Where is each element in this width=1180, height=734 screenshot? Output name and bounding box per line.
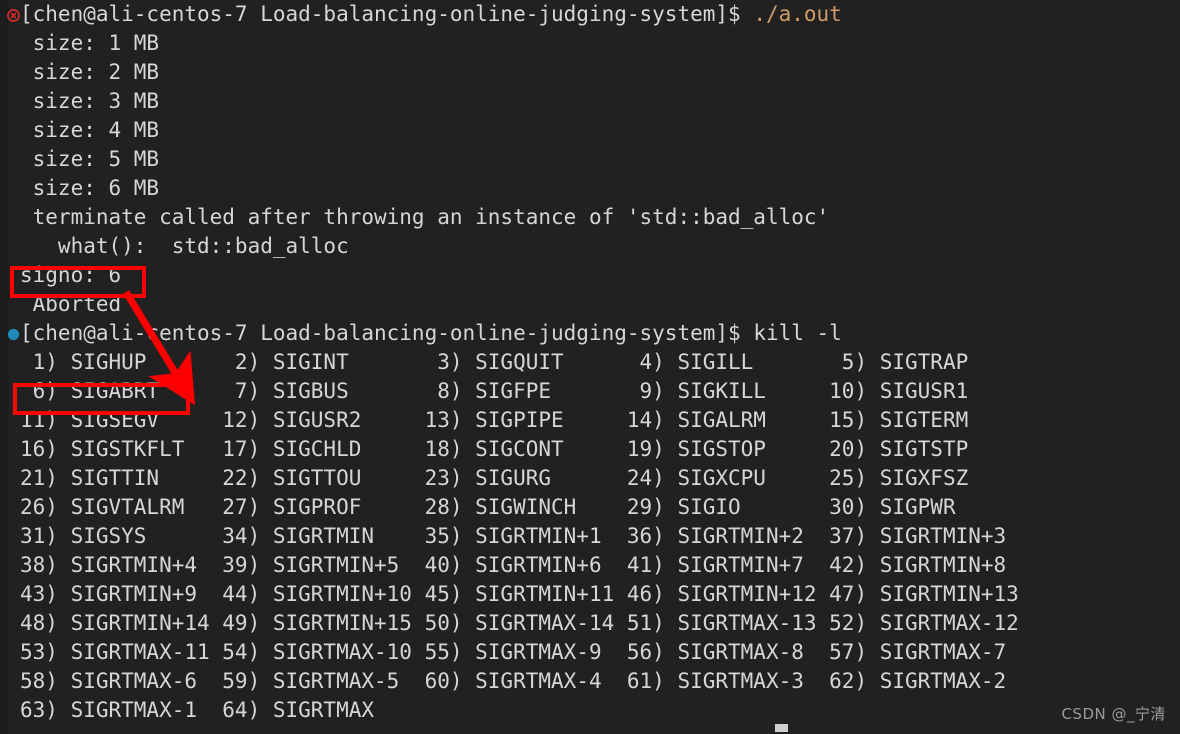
terminal-text: 48) SIGRTMIN+14 49) SIGRTMIN+15 50) SIGR… — [20, 611, 1019, 635]
terminal-line: 58) SIGRTMAX-6 59) SIGRTMAX-5 60) SIGRTM… — [0, 667, 1180, 696]
terminal-text: size: 6 MB — [20, 176, 160, 200]
terminal-text: 11) SIGSEGV 12) SIGUSR2 13) SIGPIPE 14) … — [20, 408, 969, 432]
terminal-line: 26) SIGVTALRM 27) SIGPROF 28) SIGWINCH 2… — [0, 493, 1180, 522]
terminal-text: 63) SIGRTMAX-1 64) SIGRTMAX — [20, 698, 375, 722]
terminal-line: what(): std::bad_alloc — [0, 232, 1180, 261]
terminal-text: 31) SIGSYS 34) SIGRTMIN 35) SIGRTMIN+1 3… — [20, 524, 1007, 548]
terminal-line: [chen@ali-centos-7 Load-balancing-online… — [0, 0, 1180, 29]
terminal-text: 26) SIGVTALRM 27) SIGPROF 28) SIGWINCH 2… — [20, 495, 956, 519]
terminal-line: signo: 6 — [0, 261, 1180, 290]
terminal-line: size: 3 MB — [0, 87, 1180, 116]
terminal-line: 43) SIGRTMIN+9 44) SIGRTMIN+10 45) SIGRT… — [0, 580, 1180, 609]
terminal-text: 58) SIGRTMAX-6 59) SIGRTMAX-5 60) SIGRTM… — [20, 669, 1007, 693]
terminal-text: size: 5 MB — [20, 147, 160, 171]
terminal-text: 38) SIGRTMIN+4 39) SIGRTMIN+5 40) SIGRTM… — [20, 553, 1007, 577]
terminal-line: 31) SIGSYS 34) SIGRTMIN 35) SIGRTMIN+1 3… — [0, 522, 1180, 551]
terminal-line: size: 4 MB — [0, 116, 1180, 145]
status-dot-icon — [7, 328, 20, 341]
terminal-text: Aborted — [20, 292, 122, 316]
terminal-text: 21) SIGTTIN 22) SIGTTOU 23) SIGURG 24) S… — [20, 466, 969, 490]
terminal-text: size: 3 MB — [20, 89, 160, 113]
terminal-text: kill -l — [753, 321, 842, 345]
terminal-text: 6) SIGABRT 7) SIGBUS 8) SIGFPE 9) SIGKIL… — [20, 379, 969, 403]
terminal-text: 53) SIGRTMAX-11 54) SIGRTMAX-10 55) SIGR… — [20, 640, 1007, 664]
terminal-line: size: 5 MB — [0, 145, 1180, 174]
watermark: CSDN @_宁清 — [1061, 705, 1166, 723]
terminal-text: size: 4 MB — [20, 118, 160, 142]
error-circle-x-icon — [7, 9, 20, 22]
terminal-line: 63) SIGRTMAX-1 64) SIGRTMAX — [0, 696, 1180, 725]
terminal-line: Aborted — [0, 290, 1180, 319]
terminal-window[interactable]: [chen@ali-centos-7 Load-balancing-online… — [0, 0, 1180, 734]
terminal-line: 21) SIGTTIN 22) SIGTTOU 23) SIGURG 24) S… — [0, 464, 1180, 493]
terminal-text: 1) SIGHUP 2) SIGINT 3) SIGQUIT 4) SIGILL… — [20, 350, 969, 374]
terminal-text: terminate called after throwing an insta… — [20, 205, 830, 229]
terminal-line: size: 2 MB — [0, 58, 1180, 87]
terminal-text: [chen@ali-centos-7 Load-balancing-online… — [20, 321, 754, 345]
terminal-text: 16) SIGSTKFLT 17) SIGCHLD 18) SIGCONT 19… — [20, 437, 969, 461]
terminal-text: [chen@ali-centos-7 Load-balancing-online… — [20, 2, 754, 26]
terminal-line: terminate called after throwing an insta… — [0, 203, 1180, 232]
terminal-line: 38) SIGRTMIN+4 39) SIGRTMIN+5 40) SIGRTM… — [0, 551, 1180, 580]
terminal-line: 1) SIGHUP 2) SIGINT 3) SIGQUIT 4) SIGILL… — [0, 348, 1180, 377]
terminal-line: 6) SIGABRT 7) SIGBUS 8) SIGFPE 9) SIGKIL… — [0, 377, 1180, 406]
terminal-text: what(): std::bad_alloc — [20, 234, 349, 258]
terminal-line: 48) SIGRTMIN+14 49) SIGRTMIN+15 50) SIGR… — [0, 609, 1180, 638]
terminal-line: size: 1 MB — [0, 29, 1180, 58]
terminal-line: 16) SIGSTKFLT 17) SIGCHLD 18) SIGCONT 19… — [0, 435, 1180, 464]
terminal-line: 53) SIGRTMAX-11 54) SIGRTMAX-10 55) SIGR… — [0, 638, 1180, 667]
terminal-text: size: 1 MB — [20, 31, 160, 55]
terminal-line: 11) SIGSEGV 12) SIGUSR2 13) SIGPIPE 14) … — [0, 406, 1180, 435]
terminal-line: size: 6 MB — [0, 174, 1180, 203]
terminal-output[interactable]: [chen@ali-centos-7 Load-balancing-online… — [0, 0, 1180, 725]
text-cursor — [775, 724, 788, 732]
terminal-text: size: 2 MB — [20, 60, 160, 84]
terminal-command-text: ./a.out — [753, 2, 842, 26]
terminal-text: 43) SIGRTMIN+9 44) SIGRTMIN+10 45) SIGRT… — [20, 582, 1019, 606]
terminal-line: [chen@ali-centos-7 Load-balancing-online… — [0, 319, 1180, 348]
terminal-text: signo: 6 — [20, 263, 122, 287]
